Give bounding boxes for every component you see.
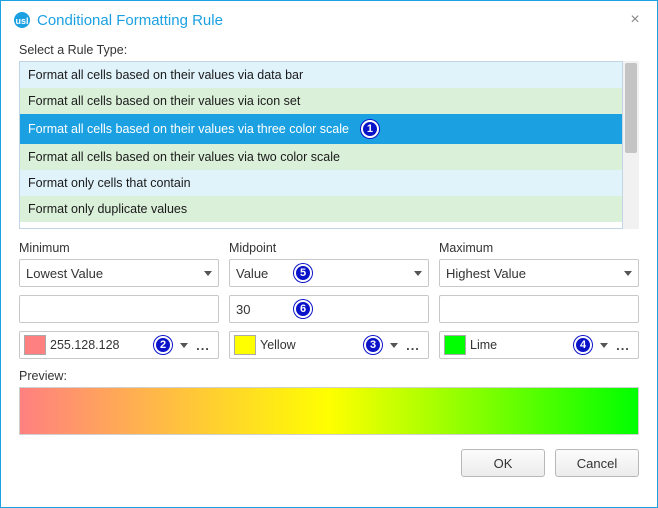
annotation-badge-6: 6 [294, 300, 312, 318]
rule-item-icon-set[interactable]: Format all cells based on their values v… [20, 88, 622, 114]
rule-item-label: Format all cells based on their values v… [28, 94, 300, 108]
minimum-type-value: Lowest Value [26, 266, 200, 281]
window-title: Conditional Formatting Rule [37, 12, 625, 29]
rule-item-data-bar[interactable]: Format all cells based on their values v… [20, 62, 622, 88]
minimum-label: Minimum [19, 241, 219, 255]
chevron-down-icon [180, 343, 188, 348]
minimum-color-select[interactable]: 255.128.128 2 ... [19, 331, 219, 359]
cancel-button[interactable]: Cancel [555, 449, 639, 477]
rule-item-three-color-scale[interactable]: Format all cells based on their values v… [20, 114, 622, 144]
scroll-thumb[interactable] [625, 63, 637, 153]
midpoint-color-more-button[interactable]: ... [402, 338, 424, 353]
rule-item-label: Format all cells based on their values v… [28, 122, 349, 136]
annotation-badge-1: 1 [361, 120, 379, 138]
rule-item-label: Format only cells that contain [28, 176, 191, 190]
close-icon[interactable]: × [625, 11, 645, 29]
minimum-value-input[interactable] [19, 295, 219, 323]
chevron-down-icon [414, 271, 422, 276]
minimum-type-select[interactable]: Lowest Value [19, 259, 219, 287]
annotation-badge-5: 5 [294, 264, 312, 282]
minimum-color-swatch [24, 335, 46, 355]
midpoint-column: Midpoint Value 5 30 6 Yellow 3 ... [229, 241, 429, 359]
svg-text:usl: usl [15, 16, 28, 26]
midpoint-value-text: 30 [236, 302, 250, 317]
midpoint-label: Midpoint [229, 241, 429, 255]
midpoint-value-input[interactable]: 30 6 [229, 295, 429, 323]
maximum-color-swatch [444, 335, 466, 355]
maximum-label: Maximum [439, 241, 639, 255]
minimum-column: Minimum Lowest Value 255.128.128 2 ... [19, 241, 219, 359]
midpoint-type-select[interactable]: Value 5 [229, 259, 429, 287]
rule-item-label: Format only duplicate values [28, 202, 187, 216]
rule-item-label: Format all cells based on their values v… [28, 150, 340, 164]
ok-button[interactable]: OK [461, 449, 545, 477]
preview-gradient [19, 387, 639, 435]
app-icon: usl [13, 11, 31, 29]
midpoint-color-label: Yellow [260, 338, 354, 352]
dialog-buttons: OK Cancel [19, 449, 639, 477]
rule-list-scrollbar[interactable] [623, 61, 639, 229]
maximum-value-input[interactable] [439, 295, 639, 323]
maximum-type-value: Highest Value [446, 266, 620, 281]
maximum-type-select[interactable]: Highest Value [439, 259, 639, 287]
rule-type-label: Select a Rule Type: [19, 43, 639, 57]
chevron-down-icon [204, 271, 212, 276]
maximum-color-select[interactable]: Lime 4 ... [439, 331, 639, 359]
midpoint-type-value: Value [236, 266, 410, 281]
rule-item-duplicate-values[interactable]: Format only duplicate values [20, 196, 622, 222]
rule-item-label: Format all cells based on their values v… [28, 68, 303, 82]
ok-button-label: OK [494, 456, 513, 471]
annotation-badge-3: 3 [364, 336, 382, 354]
chevron-down-icon [390, 343, 398, 348]
titlebar: usl Conditional Formatting Rule × [1, 1, 657, 37]
maximum-color-more-button[interactable]: ... [612, 338, 634, 353]
dialog-content: Select a Rule Type: Format all cells bas… [1, 37, 657, 487]
annotation-badge-2: 2 [154, 336, 172, 354]
chevron-down-icon [624, 271, 632, 276]
midpoint-color-swatch [234, 335, 256, 355]
rule-item-two-color-scale[interactable]: Format all cells based on their values v… [20, 144, 622, 170]
rule-type-container: Format all cells based on their values v… [19, 61, 639, 229]
value-columns: Minimum Lowest Value 255.128.128 2 ... M… [19, 241, 639, 359]
chevron-down-icon [600, 343, 608, 348]
cancel-button-label: Cancel [577, 456, 617, 471]
preview-label: Preview: [19, 369, 639, 383]
minimum-color-label: 255.128.128 [50, 338, 144, 352]
rule-type-list[interactable]: Format all cells based on their values v… [19, 61, 623, 229]
maximum-color-label: Lime [470, 338, 564, 352]
maximum-column: Maximum Highest Value Lime 4 ... [439, 241, 639, 359]
annotation-badge-4: 4 [574, 336, 592, 354]
minimum-color-more-button[interactable]: ... [192, 338, 214, 353]
midpoint-color-select[interactable]: Yellow 3 ... [229, 331, 429, 359]
rule-item-cells-contain[interactable]: Format only cells that contain [20, 170, 622, 196]
